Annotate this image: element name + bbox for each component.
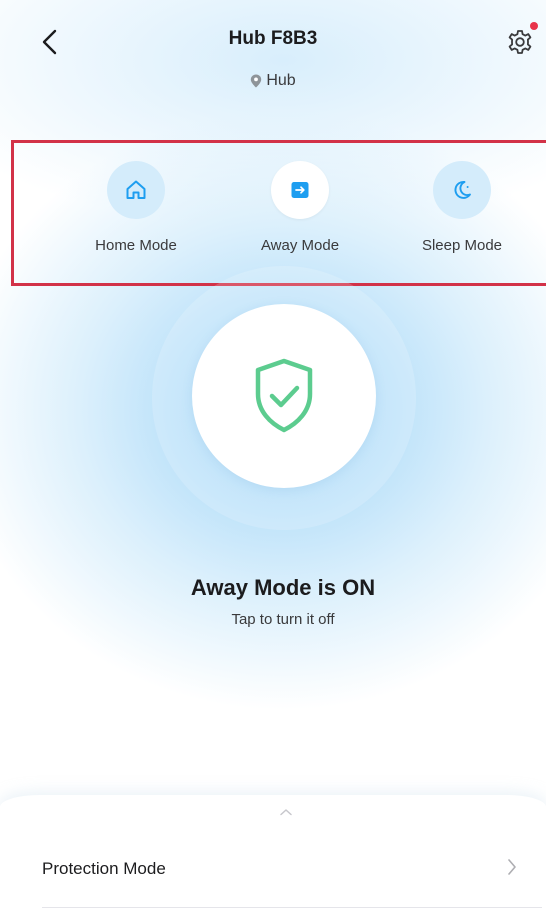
moon-icon <box>454 181 471 199</box>
location-text: Hub <box>266 72 296 89</box>
protection-mode-label: Protection Mode <box>42 859 166 878</box>
row-divider <box>42 907 542 908</box>
sleep-mode-button[interactable]: Sleep Mode <box>392 143 532 283</box>
protection-mode-row[interactable]: Protection Mode <box>42 841 522 897</box>
sleep-mode-icon-circle <box>433 161 491 219</box>
status-title: Away Mode is ON <box>190 575 376 600</box>
page-title: Hub F8B3 <box>228 28 318 49</box>
header: Hub F8B3 Hub <box>0 0 546 110</box>
bottom-sheet: Protection Mode <box>0 795 546 917</box>
home-mode-button[interactable]: Home Mode <box>66 143 206 283</box>
location-label: Hub <box>0 72 546 90</box>
away-mode-icon-circle <box>271 161 329 219</box>
home-icon <box>126 180 146 199</box>
shield-check-icon <box>255 358 313 433</box>
mode-selector: Home Mode Away Mode Sleep Mode <box>11 140 546 286</box>
away-exit-icon <box>291 182 309 198</box>
location-pin-icon <box>251 74 262 88</box>
notification-dot <box>530 22 538 30</box>
sleep-mode-label: Sleep Mode <box>421 237 503 254</box>
chevron-up-icon <box>280 809 292 816</box>
chevron-right-icon <box>508 859 516 875</box>
sheet-expand-handle[interactable] <box>276 805 296 819</box>
home-mode-icon-circle <box>107 161 165 219</box>
away-mode-label: Away Mode <box>260 237 340 254</box>
hub-screen: Hub F8B3 Hub Home Mode Away Mode Sleep M… <box>0 0 546 917</box>
settings-button[interactable] <box>500 22 540 62</box>
away-mode-button[interactable]: Away Mode <box>230 143 370 283</box>
away-mode-toggle[interactable] <box>192 304 376 488</box>
home-mode-label: Home Mode <box>95 237 177 254</box>
status-subtitle[interactable]: Tap to turn it off <box>0 611 546 628</box>
row-chevron <box>502 855 522 879</box>
gear-icon <box>508 30 532 54</box>
